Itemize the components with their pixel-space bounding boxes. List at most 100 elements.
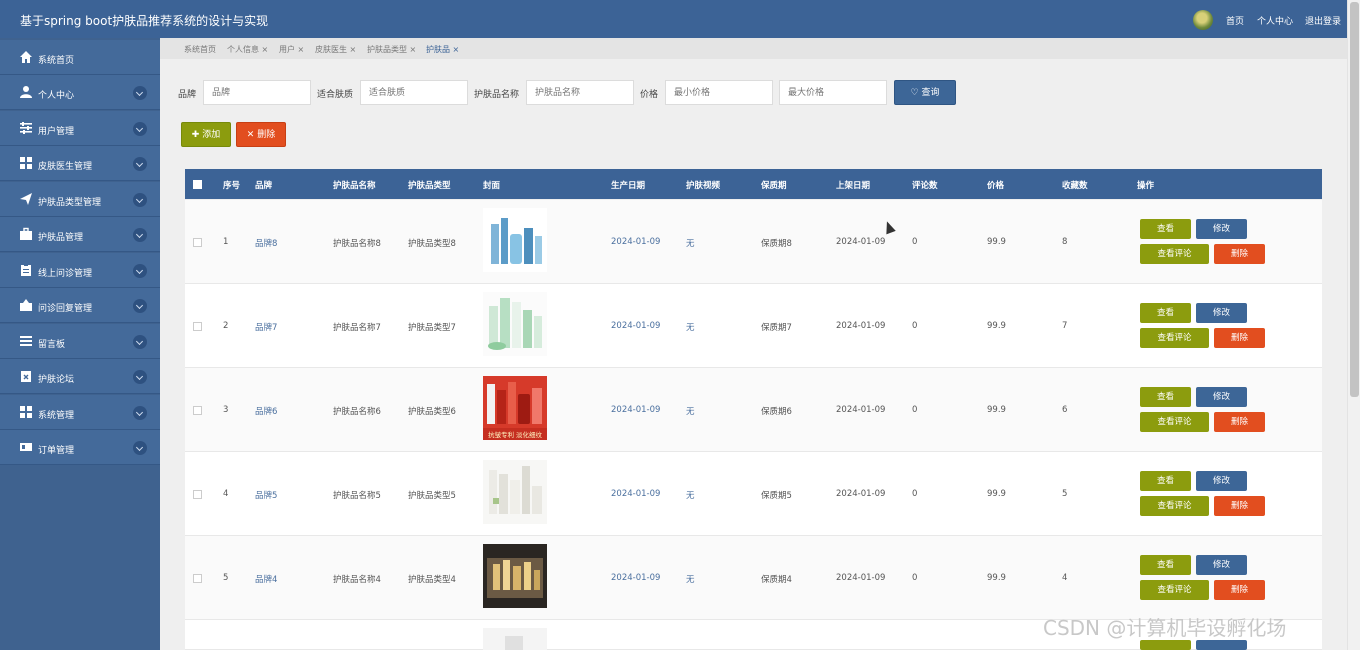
sidebar-item-product-types[interactable]: 护肤品类型管理: [0, 182, 160, 217]
chevron-down-icon[interactable]: [133, 264, 147, 278]
cell-produced: 2024-01-09: [611, 405, 661, 415]
sidebar-item-doctors[interactable]: 皮肤医生管理: [0, 146, 160, 181]
view-button[interactable]: 查看: [1140, 303, 1191, 323]
view-button[interactable]: 查看: [1140, 387, 1191, 407]
view-comments-button[interactable]: 查看评论: [1140, 244, 1209, 264]
sidebar-item-label: 线上问诊管理: [38, 269, 93, 279]
col-price: 价格: [987, 181, 1005, 191]
view-button[interactable]: 查看: [1140, 471, 1191, 491]
cell-produced: 2024-01-09: [611, 321, 661, 331]
row-checkbox[interactable]: [193, 490, 202, 499]
sidebar-item-message-board[interactable]: 留言板: [0, 324, 160, 359]
sidebar-item-label: 系统首页: [38, 56, 75, 66]
avatar[interactable]: [1193, 10, 1213, 30]
col-listed: 上架日期: [836, 181, 871, 191]
delete-button[interactable]: 删除: [1214, 412, 1265, 432]
sidebar-item-home[interactable]: 系统首页: [0, 40, 160, 75]
logout-link[interactable]: 退出登录: [1305, 14, 1341, 27]
chevron-down-icon[interactable]: [133, 122, 147, 136]
chevron-down-icon[interactable]: [133, 335, 147, 349]
product-name-input[interactable]: [526, 80, 634, 105]
row-checkbox[interactable]: [193, 406, 202, 415]
sidebar-item-label: 护肤品类型管理: [38, 198, 102, 208]
view-comments-button[interactable]: 查看评论: [1140, 580, 1209, 600]
scrollbar-thumb[interactable]: [1350, 2, 1359, 397]
delete-button[interactable]: 删除: [1214, 580, 1265, 600]
sidebar-item-system[interactable]: 系统管理: [0, 395, 160, 430]
row-checkbox[interactable]: [193, 238, 202, 247]
chevron-down-icon[interactable]: [133, 441, 147, 455]
search-button[interactable]: ♡ 查询: [894, 80, 956, 105]
edit-button[interactable]: 修改: [1196, 471, 1247, 491]
row-checkbox[interactable]: [193, 322, 202, 331]
row-checkbox[interactable]: [193, 574, 202, 583]
sidebar-item-replies[interactable]: 问诊回复管理: [0, 288, 160, 323]
cell-type: 护肤品类型6: [408, 407, 456, 417]
col-no: 序号: [223, 181, 241, 191]
edit-button[interactable]: 修改: [1196, 555, 1247, 575]
chevron-down-icon[interactable]: [133, 157, 147, 171]
view-button[interactable]: 查看: [1140, 219, 1191, 239]
cell-shelf-life: 保质期7: [761, 323, 792, 333]
delete-button[interactable]: 删除: [1214, 328, 1265, 348]
profile-link[interactable]: 个人中心: [1257, 14, 1293, 27]
sidebar-item-label: 留言板: [38, 340, 66, 350]
chevron-down-icon[interactable]: [133, 406, 147, 420]
chevron-down-icon[interactable]: [133, 193, 147, 207]
sidebar-item-products[interactable]: 护肤品管理: [0, 217, 160, 252]
cell-comments: 0: [912, 489, 918, 499]
tab-home[interactable]: 系统首页: [184, 44, 216, 55]
home-link[interactable]: 首页: [1226, 14, 1244, 27]
view-button[interactable]: 查看: [1140, 555, 1191, 575]
tab-doctors[interactable]: 皮肤医生 ×: [315, 44, 356, 55]
tab-products[interactable]: 护肤品 ×: [426, 44, 459, 55]
table-row: 5 品牌4 护肤品名称4 护肤品类型4 2024-01-09 无 保质期4 20…: [185, 536, 1322, 620]
bulk-delete-button[interactable]: ✕ 删除: [236, 122, 286, 147]
cell-type: 护肤品类型5: [408, 491, 456, 501]
edit-button[interactable]: 修改: [1196, 387, 1247, 407]
col-produced: 生产日期: [611, 181, 646, 191]
delete-button[interactable]: 删除: [1214, 496, 1265, 516]
sidebar-item-users[interactable]: 用户管理: [0, 111, 160, 146]
sidebar-item-personal[interactable]: 个人中心: [0, 75, 160, 110]
view-button[interactable]: [1140, 640, 1191, 650]
col-shelf-life: 保质期: [761, 181, 787, 191]
sidebar-item-label: 问诊回复管理: [38, 304, 93, 314]
cell-listed: 2024-01-09: [836, 489, 886, 499]
chevron-down-icon[interactable]: [133, 370, 147, 384]
view-comments-button[interactable]: 查看评论: [1140, 496, 1209, 516]
clipboard-x-icon: [21, 371, 31, 382]
cell-comments: 0: [912, 237, 918, 247]
cell-comments: 0: [912, 321, 918, 331]
sidebar-item-forum[interactable]: 护肤论坛: [0, 359, 160, 394]
view-comments-button[interactable]: 查看评论: [1140, 328, 1209, 348]
min-price-input[interactable]: [665, 80, 773, 105]
sidebar-item-consultations[interactable]: 线上问诊管理: [0, 253, 160, 288]
edit-button[interactable]: [1196, 640, 1247, 650]
cell-brand: 品牌7: [255, 323, 278, 333]
chevron-down-icon[interactable]: [133, 299, 147, 313]
cell-video: 无: [686, 323, 695, 333]
sidebar-item-label: 个人中心: [38, 91, 75, 101]
watermark: CSDN @计算机毕设孵化场: [1043, 616, 1287, 640]
cell-video: 无: [686, 575, 695, 585]
product-cover-image: [483, 208, 547, 272]
cell-name: 护肤品名称4: [333, 575, 381, 585]
delete-button[interactable]: 删除: [1214, 244, 1265, 264]
view-comments-button[interactable]: 查看评论: [1140, 412, 1209, 432]
chevron-down-icon[interactable]: [133, 86, 147, 100]
max-price-input[interactable]: [779, 80, 887, 105]
tab-personal-info[interactable]: 个人信息 ×: [227, 44, 268, 55]
tab-product-types[interactable]: 护肤品类型 ×: [367, 44, 416, 55]
chevron-down-icon[interactable]: [133, 228, 147, 242]
page-scrollbar[interactable]: [1347, 0, 1360, 650]
edit-button[interactable]: 修改: [1196, 303, 1247, 323]
tab-users[interactable]: 用户 ×: [279, 44, 304, 55]
select-all-checkbox[interactable]: [193, 180, 202, 189]
edit-button[interactable]: 修改: [1196, 219, 1247, 239]
list-icon: [20, 336, 32, 346]
skin-type-input[interactable]: [360, 80, 468, 105]
add-button[interactable]: ✚ 添加: [181, 122, 231, 147]
brand-input[interactable]: [203, 80, 311, 105]
sidebar-item-orders[interactable]: 订单管理: [0, 430, 160, 465]
